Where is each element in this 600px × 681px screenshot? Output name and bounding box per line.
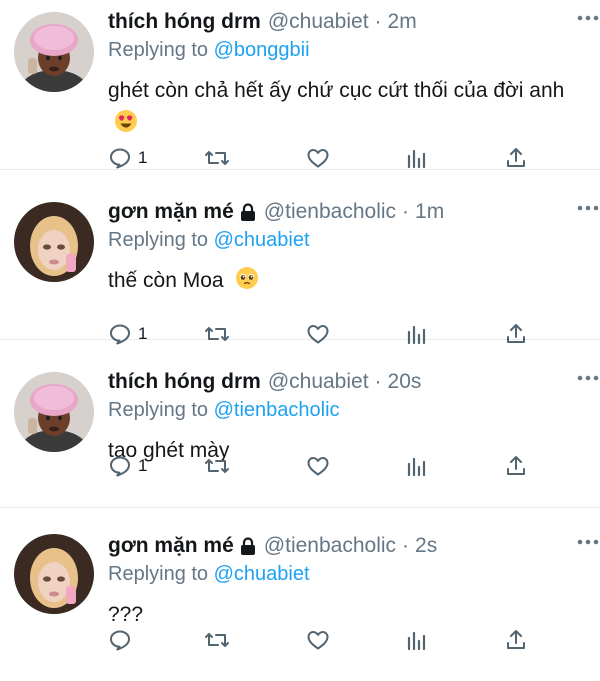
reply-count: 1 [138,148,148,167]
heart-icon [307,149,329,168]
replying-to-handle[interactable]: @chuabiet [214,563,310,585]
separator-dot: · [374,370,382,393]
replying-to: Replying to @tienbacholic [108,396,580,424]
retweet-button[interactable] [204,628,230,652]
display-name[interactable]: gơn mặn mé [108,532,234,560]
reply-button[interactable] [108,628,138,652]
tweet-text: ??? [108,598,580,631]
reply-button[interactable]: 1 [108,146,147,170]
reply-button[interactable]: 1 [108,454,147,478]
pink-shower-cap-avatar [14,12,94,92]
avatar[interactable] [14,372,94,452]
tweet-actions: 1 [108,146,580,172]
share-icon [507,456,525,475]
more-options-icon[interactable] [576,196,600,220]
timestamp[interactable]: 2s [415,532,437,560]
timestamp[interactable]: 2m [388,8,417,36]
user-handle[interactable]: @tienbacholic [264,532,396,560]
replying-to-handle[interactable]: @tienbacholic [214,399,340,421]
tweet[interactable]: thích hóng drm @chuabiet · 20s Replying … [0,340,600,508]
timestamp[interactable]: 20s [388,368,422,396]
retweet-icon [205,151,229,165]
replying-to-label: Replying to [108,39,209,61]
more-options-icon[interactable] [576,366,600,390]
reply-icon [110,148,130,169]
tweet-text-body: thế còn Moa [108,269,224,292]
share-button[interactable] [504,454,528,478]
tweet-text-body: ghét còn chả hết ấy chứ cục cứt thối của… [108,79,565,102]
replying-to-handle[interactable]: @chuabiet [214,229,310,251]
display-name[interactable]: thích hóng drm [108,8,261,36]
analytics-button[interactable] [406,454,428,478]
more-options-icon[interactable] [576,530,600,554]
avatar[interactable] [14,202,94,282]
tweet[interactable]: gơn mặn mé @tienbacholic · 1m Replying t… [0,170,600,345]
replying-to-label: Replying to [108,563,209,585]
analytics-icon [407,149,426,169]
display-name[interactable]: gơn mặn mé [108,198,234,226]
share-icon [507,630,525,649]
display-name[interactable]: thích hóng drm [108,368,261,396]
lock-icon [239,536,257,556]
tweet[interactable]: thích hóng drm @chuabiet · 2m Replying t… [0,0,600,170]
tweet-actions: 1 [108,454,580,480]
avatar[interactable] [14,12,94,92]
analytics-icon [407,631,426,651]
replying-to: Replying to @chuabiet [108,226,580,254]
bratz-doll-avatar [14,202,94,282]
like-button[interactable] [306,146,330,170]
share-icon [507,148,525,167]
separator-dot: · [402,534,410,557]
share-button[interactable] [504,146,528,170]
tweet-text-body: ??? [108,603,144,626]
replying-to-label: Replying to [108,399,209,421]
pleading-face-emoji [235,266,259,300]
replying-to: Replying to @bonggbii [108,36,580,64]
reply-icon [110,456,130,477]
like-button[interactable] [306,628,330,652]
more-options-icon[interactable] [576,6,600,30]
reply-count: 1 [138,456,148,475]
user-handle[interactable]: @chuabiet [268,368,369,396]
retweet-button[interactable] [204,454,230,478]
lock-icon [239,202,257,222]
replying-to: Replying to @chuabiet [108,560,580,588]
analytics-icon [407,457,426,477]
avatar[interactable] [14,534,94,614]
tweet-text: ghét còn chả hết ấy chứ cục cứt thối của… [108,74,580,143]
retweet-icon [205,633,229,647]
heart-icon [307,631,329,650]
tweet-text: thế còn Moa [108,264,580,300]
heart-icon [307,457,329,476]
separator-dot: · [374,10,382,33]
replying-to-label: Replying to [108,229,209,251]
retweet-button[interactable] [204,146,230,170]
reply-icon [110,630,130,651]
user-handle[interactable]: @tienbacholic [264,198,396,226]
like-button[interactable] [306,454,330,478]
separator-dot: · [402,200,410,223]
retweet-icon [205,459,229,473]
tweet[interactable]: gơn mặn mé @tienbacholic · 2s Replying t… [0,508,600,681]
replying-to-handle[interactable]: @bonggbii [214,39,310,61]
share-button[interactable] [504,628,528,652]
heart-eyes-emoji [114,109,138,143]
tweet-actions [108,628,580,654]
bratz-doll-avatar [14,534,94,614]
analytics-button[interactable] [406,628,428,652]
analytics-button[interactable] [406,146,428,170]
pink-shower-cap-avatar [14,372,94,452]
timestamp[interactable]: 1m [415,198,444,226]
user-handle[interactable]: @chuabiet [268,8,369,36]
